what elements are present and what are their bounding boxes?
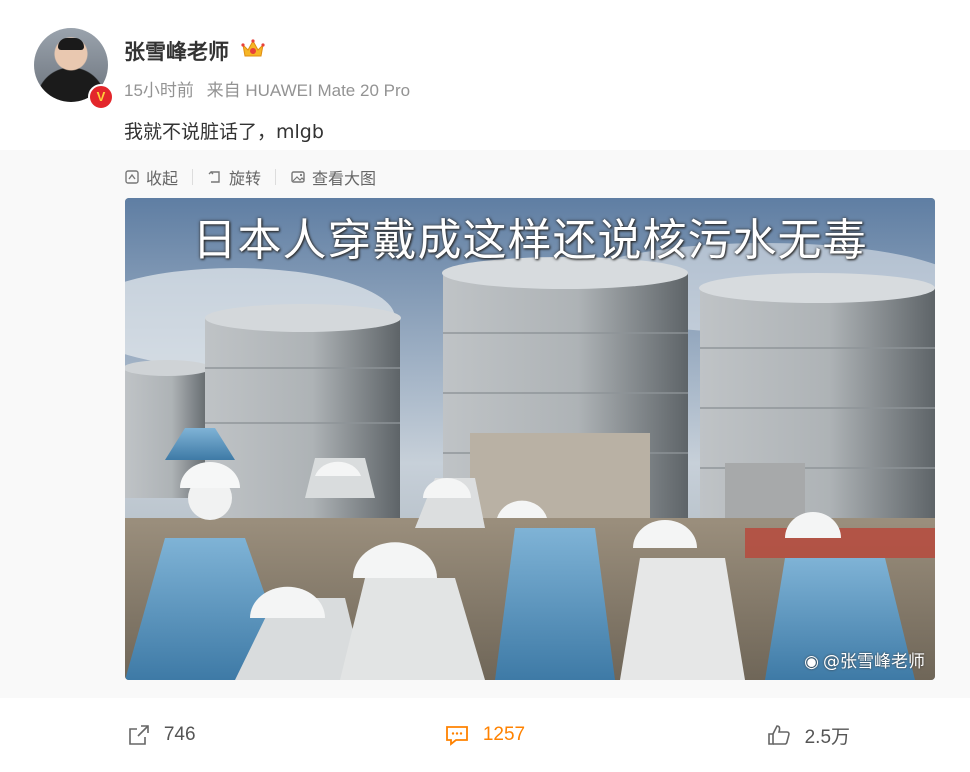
rotate-button[interactable]: 旋转 (207, 165, 261, 189)
watermark-text: @张雪峰老师 (823, 652, 925, 672)
share-button[interactable]: 746 (0, 724, 323, 746)
post-time[interactable]: 15小时前 (124, 81, 194, 100)
post-image[interactable]: 日本人穿戴成这样还说核污水无毒 ◉ @张雪峰老师 (125, 198, 935, 680)
crown-icon (241, 39, 265, 57)
action-bar: 746 1257 2.5万 (0, 698, 970, 772)
post-text: 我就不说脏话了，mlgb (124, 121, 324, 143)
comment-icon (445, 726, 468, 746)
comment-count: 1257 (482, 724, 526, 745)
like-count: 2.5万 (804, 726, 851, 748)
view-large-button[interactable]: 查看大图 (290, 165, 376, 189)
post-meta: 15小时前 来自 HUAWEI Mate 20 Pro (124, 76, 410, 101)
share-count: 746 (163, 724, 196, 745)
post-image-scene (125, 198, 935, 680)
collapse-button[interactable]: 收起 (124, 165, 178, 189)
rotate-label: 旋转 (229, 169, 262, 188)
toolbar-divider (275, 169, 277, 185)
rotate-icon (208, 171, 220, 183)
image-icon (291, 171, 305, 183)
verified-badge-icon: V (88, 84, 114, 110)
avatar-hair (58, 38, 84, 50)
collapse-icon (125, 170, 139, 184)
weibo-post-card: V 张雪峰老师 15小时前 来自 HUAWEI Mate 20 Pro 我就不说… (0, 0, 970, 772)
image-watermark: ◉ @张雪峰老师 (804, 647, 925, 672)
comment-button[interactable]: 1257 (323, 724, 646, 746)
share-icon (129, 725, 149, 745)
thumbs-up-icon (767, 725, 790, 745)
weibo-logo-icon: ◉ (804, 652, 819, 672)
like-button[interactable]: 2.5万 (647, 722, 970, 749)
collapse-label: 收起 (146, 169, 179, 188)
media-toolbar: 收起 旋转 查看大图 (124, 165, 376, 189)
image-caption: 日本人穿戴成这样还说核污水无毒 (192, 215, 868, 266)
toolbar-divider (192, 169, 194, 185)
post-source: 来自 HUAWEI Mate 20 Pro (206, 81, 411, 100)
view-large-label: 查看大图 (312, 169, 377, 188)
username[interactable]: 张雪峰老师 (124, 36, 229, 66)
